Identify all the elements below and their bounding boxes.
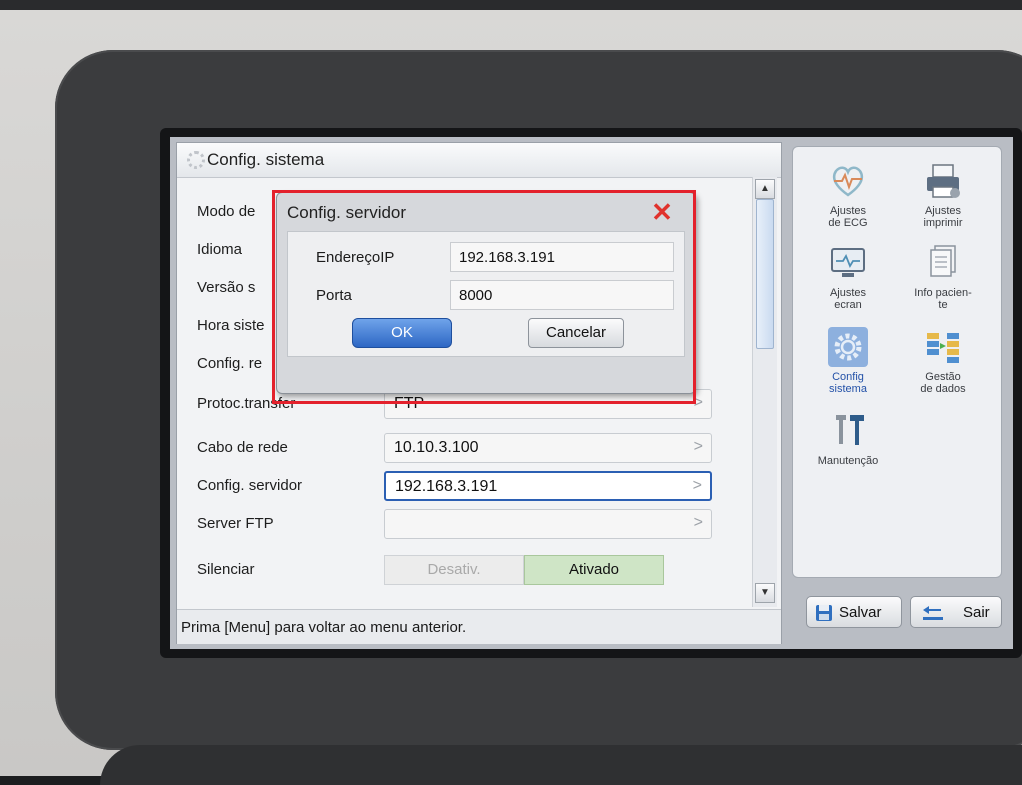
floppy-disk-icon (816, 605, 832, 621)
port-field[interactable]: 8000 (450, 280, 674, 310)
menu-item-label: Gestão de dados (920, 371, 966, 395)
network-cable-field[interactable]: 10.10.3.100 > (384, 433, 712, 463)
device-lower-bezel (100, 745, 1022, 785)
menu-item-label: Ajustes de ECG (828, 205, 868, 229)
status-text: Prima [Menu] para voltar ao menu anterio… (181, 619, 467, 636)
setting-label: Versão s (197, 279, 256, 296)
vertical-scrollbar[interactable]: ▲ ▼ (752, 177, 777, 607)
mute-toggle[interactable]: Desativ. Ativado (384, 555, 664, 585)
setting-label: Silenciar (197, 561, 255, 578)
setting-label: Protoc.transfer (197, 395, 296, 412)
toggle-option-off[interactable]: Desativ. (384, 555, 524, 585)
scroll-down-button[interactable]: ▼ (755, 583, 775, 603)
setting-label: Hora siste (197, 317, 265, 334)
menu-item-label: Info pacien-te (914, 287, 972, 311)
scroll-up-button[interactable]: ▲ (755, 179, 775, 199)
setting-row-ftp-server[interactable]: Server FTP > (177, 505, 752, 543)
setting-label: Config. servidor (197, 477, 303, 494)
save-button[interactable]: Salvar (806, 596, 902, 628)
cancel-button[interactable]: Cancelar (528, 318, 624, 348)
exit-button[interactable]: Sair (910, 596, 1002, 628)
status-bar: Prima [Menu] para voltar ao menu anterio… (177, 609, 781, 644)
tools-icon (836, 415, 864, 445)
exit-label: Sair (963, 604, 990, 621)
chevron-right-icon: > (693, 394, 703, 411)
menu-item-data-management[interactable]: Gestão de dados (898, 327, 988, 407)
ftp-server-field[interactable]: > (384, 509, 712, 539)
setting-label: Cabo de rede (197, 439, 288, 456)
setting-value: 192.168.3.191 (395, 478, 498, 495)
menu-item-label: Manutenção (817, 455, 879, 467)
close-icon[interactable]: ✕ (647, 199, 677, 225)
server-config-field[interactable]: 192.168.3.191 > (384, 471, 712, 501)
gear-icon (828, 327, 868, 367)
setting-label: Idioma (197, 241, 243, 258)
gear-icon (187, 151, 205, 169)
menu-item-screen-settings[interactable]: Ajustes ecran (803, 243, 893, 323)
ok-button[interactable]: OK (352, 318, 452, 348)
chevron-right-icon: > (693, 438, 703, 455)
printer-icon (927, 164, 960, 198)
menu-item-patient-info[interactable]: Info pacien-te (898, 243, 988, 323)
setting-value: FTP (394, 395, 425, 412)
main-menu-panel: Ajustes de ECG Ajustes imprimir Ajustes ecr… (792, 146, 1002, 578)
port-label: Porta (316, 287, 352, 304)
setting-label: Server FTP (197, 515, 274, 532)
page-title: Config. sistema (207, 150, 325, 169)
server-config-dialog: Config. servidor ✕ EndereçoIP 192.168.3.… (276, 192, 696, 394)
menu-item-label: Config sistema (829, 371, 867, 395)
panel-header: Config. sistema (177, 143, 781, 178)
ip-address-field[interactable]: 192.168.3.191 (450, 242, 674, 272)
menu-item-system-config[interactable]: Config sistema (803, 327, 893, 407)
dialog-title: Config. servidor (287, 203, 407, 222)
back-arrow-icon (923, 606, 943, 620)
menu-item-maintenance[interactable]: Manutenção (803, 409, 893, 489)
device-top-edge (0, 0, 1022, 10)
menu-item-label: Ajustes imprimir (923, 205, 963, 229)
dialog-body: EndereçoIP 192.168.3.191 Porta 8000 OK C… (287, 231, 685, 357)
ip-address-label: EndereçoIP (316, 249, 395, 266)
monitor-icon (831, 248, 865, 277)
scroll-thumb[interactable] (756, 199, 774, 349)
menu-item-label: Ajustes ecran (829, 287, 867, 311)
chevron-right-icon: > (693, 514, 703, 531)
setting-row-mute: Silenciar Desativ. Ativado (177, 551, 752, 589)
setting-label: Config. re (197, 355, 263, 372)
chevron-right-icon: > (692, 477, 702, 494)
setting-row-network-cable[interactable]: Cabo de rede 10.10.3.100 > (177, 429, 752, 467)
toggle-option-on[interactable]: Ativado (524, 555, 664, 585)
data-management-icon (927, 333, 959, 363)
patient-info-icon (930, 245, 956, 277)
menu-item-print-settings[interactable]: Ajustes imprimir (898, 161, 988, 241)
setting-row-server-config[interactable]: Config. servidor 192.168.3.191 > (177, 467, 752, 505)
save-label: Salvar (839, 604, 882, 621)
setting-label: Modo de (197, 203, 256, 220)
setting-value: 10.10.3.100 (394, 439, 479, 456)
menu-item-ecg-settings[interactable]: Ajustes de ECG (803, 161, 893, 241)
heart-ecg-icon (832, 166, 864, 197)
